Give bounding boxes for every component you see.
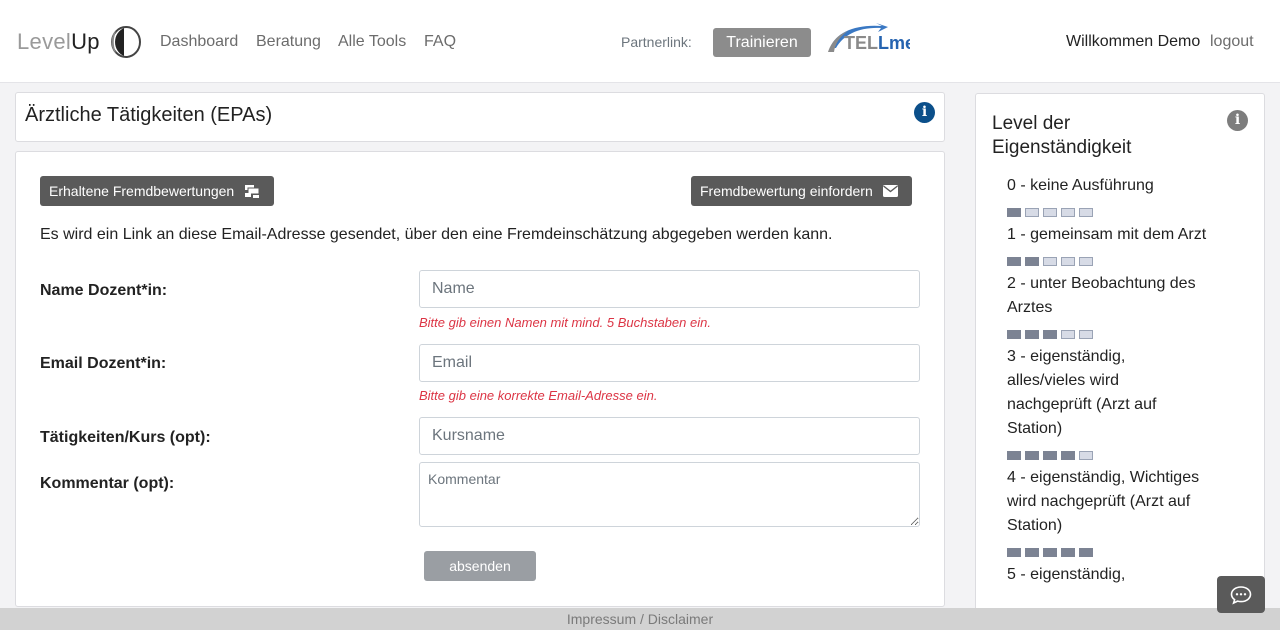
level-indicator (1007, 451, 1207, 460)
request-form-card: Erhaltene Fremdbewertungen Fremdbewertun… (15, 151, 945, 607)
footer: Impressum / Disclaimer (0, 608, 1280, 630)
page-header-card: Ärztliche Tätigkeiten (EPAs) i (15, 92, 945, 142)
level-indicator (1007, 257, 1207, 266)
footer-link[interactable]: Impressum / Disclaimer (567, 611, 713, 627)
welcome-text: Willkommen Demo (1066, 33, 1201, 50)
page-title: Ärztliche Tätigkeiten (EPAs) (25, 104, 273, 126)
level-square (1061, 451, 1075, 460)
request-rating-label: Fremdbewertung einfordern (700, 183, 873, 199)
info-icon[interactable]: i (1227, 110, 1248, 131)
level-square (1007, 330, 1021, 339)
level-item: 0 - keine Ausführung (1007, 177, 1154, 194)
level-square (1061, 257, 1075, 266)
level-square (1079, 330, 1093, 339)
name-input[interactable] (419, 270, 920, 308)
tellme-lme-text: Lme (878, 33, 910, 53)
level-square (1061, 330, 1075, 339)
level-square (1043, 451, 1057, 460)
trainieren-button[interactable]: Trainieren (713, 28, 811, 57)
inbox-icon (245, 185, 260, 198)
level-square (1061, 548, 1075, 557)
level-square (1043, 330, 1057, 339)
intro-text: Es wird ein Link an diese Email-Adresse … (40, 226, 833, 243)
level-square (1079, 451, 1093, 460)
chat-button[interactable] (1217, 576, 1265, 613)
email-label: Email Dozent*in: (40, 355, 167, 372)
nav-beratung[interactable]: Beratung (256, 33, 321, 51)
level-item: 5 - eigenständig, (1007, 566, 1126, 583)
comment-textarea[interactable] (419, 462, 920, 527)
legend-title: Level der Eigenständigkeit (992, 113, 1132, 158)
partner-label: Partnerlink: (621, 34, 692, 50)
level-square (1079, 548, 1093, 557)
submit-button[interactable]: absenden (424, 551, 536, 581)
nav-alle-tools[interactable]: Alle Tools (338, 33, 406, 51)
tellme-tel-text: TEL (844, 33, 878, 53)
name-label: Name Dozent*in: (40, 282, 168, 299)
comment-label: Kommentar (opt): (40, 475, 175, 492)
level-item: 1 - gemeinsam mit dem Arzt (1007, 226, 1207, 243)
level-legend-card: Level der Eigenständigkeit i 0 - keine A… (975, 93, 1265, 630)
level-square (1025, 330, 1039, 339)
level-square (1007, 208, 1021, 217)
logo-mark-icon (110, 26, 141, 58)
level-square (1079, 208, 1093, 217)
course-input[interactable] (419, 417, 920, 455)
name-error: Bitte gib einen Namen mit mind. 5 Buchst… (419, 315, 711, 330)
chat-icon (1230, 585, 1252, 604)
level-square (1043, 208, 1057, 217)
email-input[interactable] (419, 344, 920, 382)
level-item: 2 - unter Beobachtung des Arztes (1007, 275, 1196, 316)
level-square (1061, 208, 1075, 217)
course-label: Tätigkeiten/Kurs (opt): (40, 429, 211, 446)
level-square (1025, 257, 1039, 266)
levelup-logo[interactable]: LevelUp (17, 24, 142, 60)
nav-faq[interactable]: FAQ (424, 33, 456, 51)
level-square (1007, 548, 1021, 557)
level-square (1043, 257, 1057, 266)
level-item: 4 - eigenständig, Wichtiges wird nachgep… (1007, 469, 1200, 534)
envelope-icon (882, 185, 898, 197)
level-square (1007, 257, 1021, 266)
request-rating-button[interactable]: Fremdbewertung einfordern (691, 176, 912, 206)
level-indicator (1007, 330, 1207, 339)
logo-text: LevelUp (17, 29, 100, 54)
level-list: 0 - keine Ausführung 1 - gemeinsam mit de… (1007, 174, 1207, 587)
level-item: 3 - eigenständig, alles/vieles wird nach… (1007, 348, 1157, 437)
received-ratings-label: Erhaltene Fremdbewertungen (49, 183, 235, 199)
tellme-logo[interactable]: TEL Lme (826, 22, 910, 56)
level-square (1025, 548, 1039, 557)
level-square (1079, 257, 1093, 266)
level-square (1043, 548, 1057, 557)
info-icon[interactable]: i (914, 102, 935, 123)
level-square (1007, 451, 1021, 460)
received-ratings-button[interactable]: Erhaltene Fremdbewertungen (40, 176, 274, 206)
logout-link[interactable]: logout (1210, 33, 1254, 51)
level-square (1025, 451, 1039, 460)
top-navbar: LevelUp Dashboard Beratung Alle Tools FA… (0, 0, 1280, 83)
level-indicator (1007, 548, 1207, 557)
level-square (1025, 208, 1039, 217)
email-error: Bitte gib eine korrekte Email-Adresse ei… (419, 388, 658, 403)
nav-dashboard[interactable]: Dashboard (160, 33, 238, 51)
level-indicator (1007, 208, 1207, 217)
